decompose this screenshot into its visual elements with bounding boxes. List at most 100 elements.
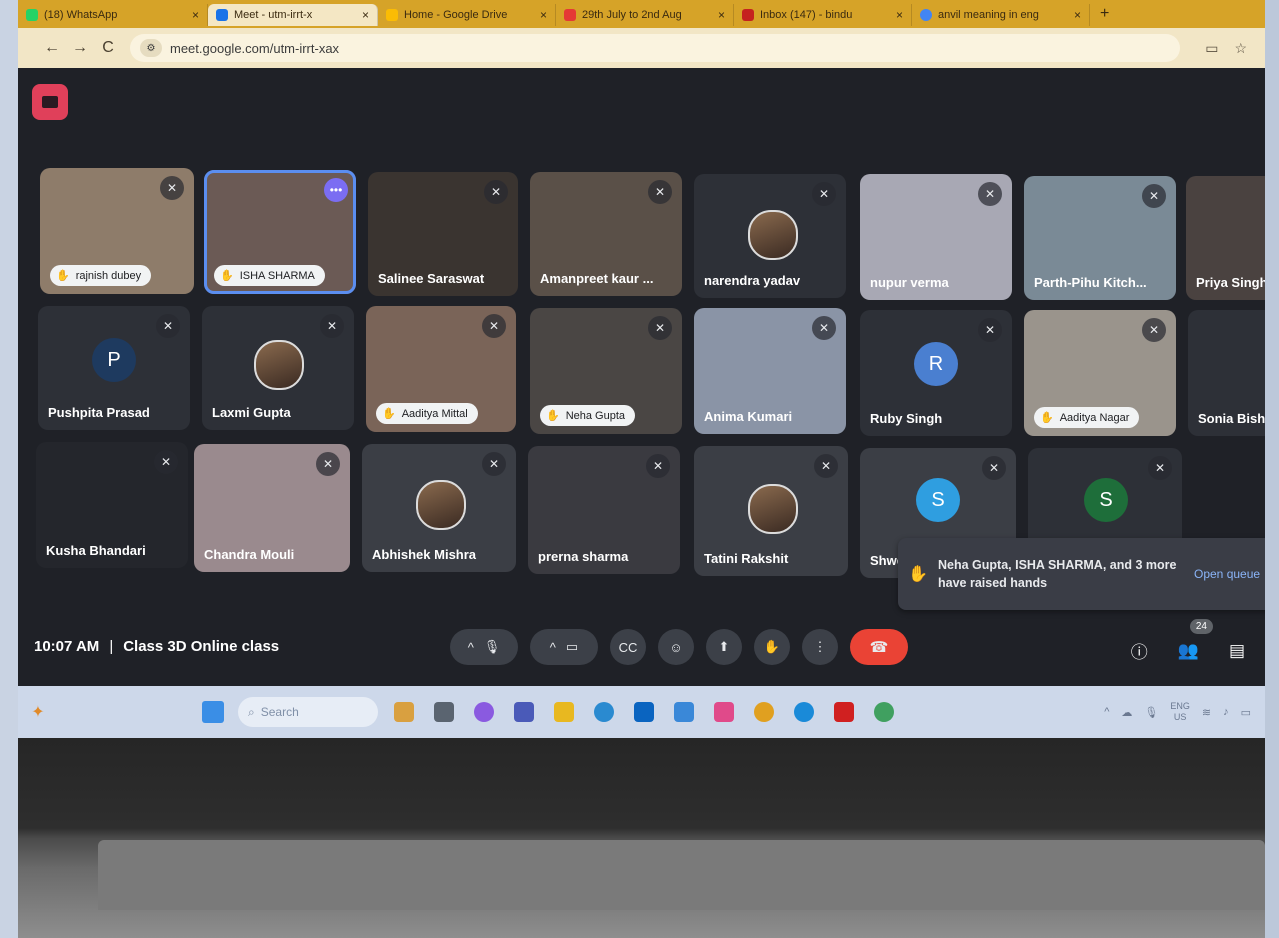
chat-icon[interactable]: ▤ [1229, 641, 1245, 661]
task-view-icon[interactable] [434, 702, 454, 722]
participant-tile[interactable]: Sonia Bisht [1188, 310, 1265, 436]
participant-name: Aaditya Nagar [1059, 411, 1130, 424]
participant-tile[interactable]: ✕ Laxmi Gupta [202, 306, 354, 430]
participant-name-pill: ✋ Neha Gupta [540, 405, 636, 426]
teams-icon[interactable] [514, 702, 534, 722]
reload-button[interactable]: C [94, 39, 122, 57]
participant-tile[interactable]: ✕ ✋ Neha Gupta [530, 308, 682, 434]
participant-tile[interactable]: ✕ prerna sharma [528, 446, 680, 574]
widgets-icon[interactable] [394, 702, 414, 722]
tab-close-icon[interactable]: × [1066, 8, 1081, 22]
wifi-icon[interactable]: ≋ [1202, 706, 1211, 719]
present-button[interactable]: ⬆ [706, 629, 742, 665]
participant-tile[interactable]: ✕ nupur verma [860, 174, 1012, 300]
new-tab-button[interactable]: + [1090, 5, 1119, 23]
participant-name: Tatini Rakshit [704, 551, 789, 566]
tab-google-search[interactable]: anvil meaning in eng × [912, 4, 1090, 26]
leave-call-button[interactable]: ☎ [850, 629, 908, 665]
language-indicator[interactable]: ENG US [1170, 701, 1190, 723]
file-explorer-icon[interactable] [554, 702, 574, 722]
tab-label: Inbox (147) - bindu [760, 9, 853, 21]
chevron-up-icon[interactable]: ^ [550, 640, 556, 655]
tab-close-icon[interactable]: × [184, 8, 199, 22]
tab-close-icon[interactable]: × [354, 8, 369, 22]
profile-photo [416, 480, 466, 530]
tab-close-icon[interactable]: × [888, 8, 903, 22]
cast-icon[interactable]: ▭ [1205, 40, 1218, 57]
snipping-tool-icon[interactable] [714, 702, 734, 722]
info-icon[interactable]: ⓘ [1131, 638, 1148, 663]
weather-icon[interactable]: ✦ [18, 702, 58, 722]
participant-tile[interactable]: Priya Singh [1186, 176, 1265, 300]
tab-google-drive[interactable]: Home - Google Drive × [378, 4, 556, 26]
tab-meet[interactable]: Meet - utm-irrt-x × [208, 4, 378, 26]
participant-name: Chandra Mouli [204, 547, 295, 562]
mic-icon[interactable]: 🎙 [1144, 706, 1158, 719]
participant-tile[interactable]: ✕ Chandra Mouli [194, 444, 350, 572]
participant-tile[interactable]: ✕ Amanpreet kaur ... [530, 172, 682, 296]
raise-hand-button[interactable]: ✋ [754, 629, 790, 665]
mic-off-icon: ✕ [1142, 318, 1166, 342]
mic-toggle-button[interactable]: ^ 🎙 [450, 629, 518, 665]
participant-tile[interactable]: ✕ P Pushpita Prasad [38, 306, 190, 430]
chevron-up-icon[interactable]: ^ [468, 640, 474, 655]
notepad-icon[interactable] [674, 702, 694, 722]
participant-tile[interactable]: ✕ Anima Kumari [694, 308, 846, 434]
participant-tile[interactable]: ✕ Salinee Saraswat [368, 172, 518, 296]
tab-schedule[interactable]: 29th July to 2nd Aug × [556, 4, 734, 26]
back-button[interactable]: ← [38, 39, 66, 57]
mic-off-icon: ✕ [484, 180, 508, 204]
more-options-icon[interactable]: ••• [324, 178, 348, 202]
people-icon[interactable]: 👥 [1178, 641, 1199, 661]
camera-toggle-button[interactable]: ^ ▭ [530, 629, 598, 665]
chevron-up-icon[interactable]: ^ [1104, 706, 1109, 718]
participant-name: Parth-Pihu Kitch... [1034, 275, 1147, 290]
copilot-icon[interactable] [474, 702, 494, 722]
participant-name-pill: ✋ rajnish dubey [50, 265, 152, 286]
forward-button[interactable]: → [66, 39, 94, 57]
taskbar-search[interactable]: ⌕ Search [238, 697, 378, 727]
acrobat-icon[interactable] [834, 702, 854, 722]
participant-tile[interactable]: ✕ Abhishek Mishra [362, 444, 516, 572]
google-drive-icon [386, 9, 398, 21]
participant-name-pill: ✋ Aaditya Nagar [1034, 407, 1140, 428]
participant-name: Kusha Bhandari [46, 543, 146, 558]
open-queue-link[interactable]: Open queue [1194, 567, 1260, 581]
participant-tile[interactable]: ✕ narendra yadav [694, 174, 846, 298]
participant-name-pill: ✋ ISHA SHARMA [214, 265, 325, 286]
bookmark-star-icon[interactable]: ☆ [1234, 40, 1247, 57]
participant-tile[interactable]: ✕ ✋ Aaditya Nagar [1024, 310, 1176, 436]
chrome-icon[interactable] [754, 702, 774, 722]
volume-icon[interactable]: ♪ [1223, 706, 1229, 718]
telegram-icon[interactable] [594, 702, 614, 722]
chrome-profile-icon[interactable] [874, 702, 894, 722]
participant-tile[interactable]: ✕ ✋ rajnish dubey [40, 168, 194, 294]
site-info-icon[interactable]: ⚙ [140, 39, 162, 57]
participant-tile[interactable]: ✕ ✋ Aaditya Mittal [366, 306, 516, 432]
more-options-button[interactable]: ⋮ [802, 629, 838, 665]
raised-hand-icon: ✋ [56, 270, 70, 282]
mic-off-icon: ✕ [814, 454, 838, 478]
url-field[interactable]: ⚙ meet.google.com/utm-irrt-xax [130, 34, 1180, 62]
windows-start-icon[interactable] [202, 701, 224, 723]
participant-tile[interactable]: ••• ✋ ISHA SHARMA [204, 170, 356, 294]
edge-icon[interactable] [794, 702, 814, 722]
tab-close-icon[interactable]: × [532, 8, 547, 22]
participant-name: Abhishek Mishra [372, 547, 477, 562]
participant-tile[interactable]: ✕ Kusha Bhandari [36, 442, 188, 568]
participant-tile[interactable]: ✕ Parth-Pihu Kitch... [1024, 176, 1176, 300]
reactions-button[interactable]: ☺ [658, 629, 694, 665]
participant-tile[interactable]: ✕ R Ruby Singh [860, 310, 1012, 436]
participant-tile[interactable]: ✕ Tatini Rakshit [694, 446, 848, 576]
battery-icon[interactable]: ▭ [1241, 706, 1251, 719]
tab-whatsapp[interactable]: (18) WhatsApp × [18, 4, 208, 26]
tab-gmail[interactable]: Inbox (147) - bindu × [734, 4, 912, 26]
captions-button[interactable]: CC [610, 629, 646, 665]
participant-name: ISHA SHARMA [239, 269, 315, 282]
tab-close-icon[interactable]: × [710, 8, 725, 22]
address-bar-row: ← → C ⚙ meet.google.com/utm-irrt-xax ▭ ☆ [18, 28, 1265, 68]
cloud-icon[interactable]: ☁ [1121, 706, 1132, 719]
gmail-icon [742, 9, 754, 21]
raised-hand-icon: ✋ [220, 270, 234, 282]
outlook-icon[interactable] [634, 702, 654, 722]
